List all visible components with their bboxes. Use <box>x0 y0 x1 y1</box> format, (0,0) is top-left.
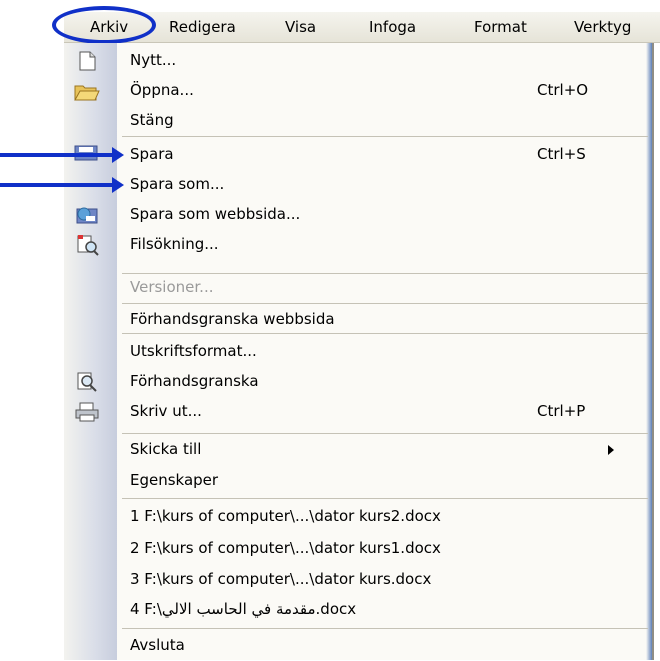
print-preview-icon <box>77 372 97 392</box>
new-document-icon <box>79 51 96 71</box>
open-folder-icon <box>74 85 100 101</box>
menu-item-label: Egenskaper <box>130 471 219 489</box>
menu-separator <box>122 628 648 629</box>
save-web-icon <box>76 207 98 224</box>
menu-separator <box>122 433 648 434</box>
menu-item-label: Avsluta <box>130 636 185 654</box>
menu-item-label: Nytt... <box>130 51 177 69</box>
highlight-ellipse <box>52 6 156 44</box>
menu-item-egenskaper[interactable]: Egenskaper <box>64 466 650 496</box>
menu-item-label: Utskriftsformat... <box>130 342 257 360</box>
menu-item-label: 3 F:\kurs of computer\...\dator kurs.doc… <box>130 570 432 588</box>
menu-item-forhandsgranska[interactable]: Förhandsgranska <box>64 367 650 397</box>
menu-item-oppna[interactable]: Öppna... Ctrl+O <box>64 76 650 106</box>
menu-item-label: Öppna... <box>130 81 194 99</box>
menu-item-label: Filsökning... <box>130 235 219 253</box>
menu-item-forhandsgranska-webbsida[interactable]: Förhandsgranska webbsida <box>64 305 650 335</box>
shortcut-label: Ctrl+P <box>537 402 586 420</box>
menu-item-spara[interactable]: Spara Ctrl+S <box>64 140 650 170</box>
submenu-arrow-icon <box>608 445 614 455</box>
menu-item-versioner: Versioner... <box>64 273 650 303</box>
annotation-arrow <box>0 177 124 193</box>
menu-item-label: Spara som webbsida... <box>130 205 301 223</box>
menu-item-spara-som-webbsida[interactable]: Spara som webbsida... <box>64 200 650 230</box>
menu-redigera[interactable]: Redigera <box>169 18 236 36</box>
shortcut-label: Ctrl+S <box>537 145 586 163</box>
menu-item-label: Versioner... <box>130 278 214 296</box>
menu-visa[interactable]: Visa <box>285 18 316 36</box>
file-menu-dropdown: Nytt... Öppna... Ctrl+O Stäng Spara Ctrl… <box>64 43 654 660</box>
menu-separator <box>122 303 648 304</box>
menu-item-label: Skriv ut... <box>130 402 202 420</box>
menu-item-label: Skicka till <box>130 440 202 458</box>
recent-file-4[interactable]: 4 F:\مقدمة في الحاسب الالي.docx <box>64 595 650 625</box>
menu-format[interactable]: Format <box>474 18 527 36</box>
menu-item-label: 1 F:\kurs of computer\...\dator kurs2.do… <box>130 507 441 525</box>
menu-item-label: Förhandsgranska webbsida <box>130 310 335 328</box>
recent-file-2[interactable]: 2 F:\kurs of computer\...\dator kurs1.do… <box>64 534 650 564</box>
print-icon <box>75 402 99 422</box>
menu-item-label: 4 F:\مقدمة في الحاسب الالي.docx <box>130 600 357 618</box>
recent-file-1[interactable]: 1 F:\kurs of computer\...\dator kurs2.do… <box>64 502 650 532</box>
menu-item-label: 2 F:\kurs of computer\...\dator kurs1.do… <box>130 539 441 557</box>
recent-file-3[interactable]: 3 F:\kurs of computer\...\dator kurs.doc… <box>64 565 650 595</box>
shortcut-label: Ctrl+O <box>537 81 589 99</box>
menu-item-label: Stäng <box>130 111 174 129</box>
menu-item-spara-som[interactable]: Spara som... <box>64 170 650 200</box>
menu-item-skicka-till[interactable]: Skicka till <box>64 435 650 465</box>
menu-item-label: Spara som... <box>130 175 225 193</box>
menu-infoga[interactable]: Infoga <box>369 18 416 36</box>
menu-item-skriv-ut[interactable]: Skriv ut... Ctrl+P <box>64 397 650 427</box>
menu-item-utskriftsformat[interactable]: Utskriftsformat... <box>64 337 650 367</box>
menu-separator <box>122 498 648 499</box>
file-search-icon <box>77 235 99 256</box>
menu-item-filsokning[interactable]: Filsökning... <box>64 230 650 260</box>
menu-item-stang[interactable]: Stäng <box>64 106 650 136</box>
menu-item-label: Spara <box>130 145 174 163</box>
annotation-arrow <box>0 147 124 163</box>
menu-verktyg[interactable]: Verktyg <box>574 18 631 36</box>
menu-item-avsluta[interactable]: Avsluta <box>64 631 650 661</box>
menu-item-nytt[interactable]: Nytt... <box>64 46 650 76</box>
menu-item-label: Förhandsgranska <box>130 372 259 390</box>
menu-separator <box>122 136 648 137</box>
